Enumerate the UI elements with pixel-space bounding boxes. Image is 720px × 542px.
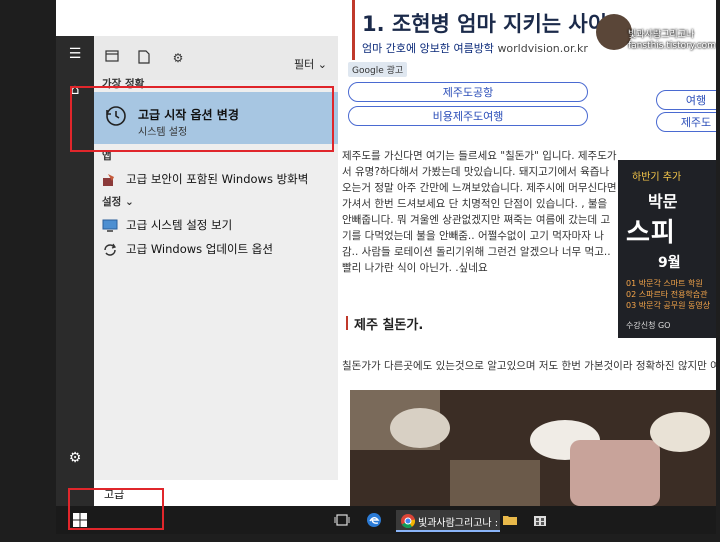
search-scope-bar: ⚙ 필터 ⌄ — [94, 36, 338, 80]
side-banner-ad[interactable]: 하반기 추가 박문 스피 9월 01 박문각 스마트 학원 02 스파르타 전용… — [618, 160, 716, 338]
google-ad-badge: Google 광고 — [348, 62, 408, 77]
section-accent — [346, 316, 348, 330]
title-accent — [352, 0, 355, 60]
filter-dropdown[interactable]: 필터 ⌄ — [294, 56, 327, 72]
documents-scope-icon[interactable] — [136, 50, 152, 66]
settings-gear-icon[interactable]: ⚙ — [67, 450, 83, 466]
monitor-icon — [102, 218, 118, 232]
task-view-icon[interactable] — [334, 512, 350, 528]
ad-pill-3[interactable]: 여행 — [656, 90, 716, 110]
photo-frame: 1. 조현병 엄마 지키는 사이 엄마 간호에 앙보한 여름방학 worldvi… — [0, 0, 720, 542]
hamburger-menu-icon[interactable]: ☰ — [67, 46, 83, 62]
store-icon[interactable] — [532, 512, 548, 528]
chevron-down-icon: ⌄ — [124, 196, 134, 208]
chevron-down-icon: ⌄ — [317, 58, 327, 71]
settings-scope-icon[interactable]: ⚙ — [170, 50, 186, 66]
sync-icon — [102, 242, 118, 256]
settings-header: 설정 ⌄ — [102, 196, 134, 208]
ad-pill-4[interactable]: 제주도 — [656, 112, 716, 132]
page-title: 1. 조현병 엄마 지키는 사이 — [362, 12, 607, 36]
settings-result-update[interactable]: 고급 Windows 업데이트 옵션 — [102, 240, 273, 258]
chrome-taskbar-button[interactable]: 빛과사람그리고나 : — [396, 510, 500, 532]
section-title: 제주 칠돈가. — [354, 318, 424, 333]
file-explorer-icon[interactable] — [502, 512, 518, 528]
ad-pill-2[interactable]: 비용제주도여행 — [348, 106, 588, 126]
blog-avatar — [596, 14, 632, 50]
post-body: 제주도를 가신다면 여기는 들르세요 "칠돈가" 입니다. 제주도가서 유명?하… — [342, 150, 617, 274]
edge-browser-icon[interactable] — [366, 512, 382, 528]
annotation-box-best-match — [70, 86, 334, 152]
blog-watermark: 빛과사람그리고나 fansthis.tistory.com — [628, 30, 716, 51]
food-photo — [350, 390, 716, 506]
ad-pill-1[interactable]: 제주도공항 — [348, 82, 588, 102]
screen: 1. 조현병 엄마 지키는 사이 엄마 간호에 앙보한 여름방학 worldvi… — [56, 0, 716, 534]
annotation-box-search — [68, 488, 164, 530]
settings-result-system[interactable]: 고급 시스템 설정 보기 — [102, 216, 232, 234]
post-body-2: 칠돈가가 다른곳에도 있는것으로 알고있으며 저도 한번 가본것이라 정확하진 … — [342, 360, 716, 372]
firewall-app-result[interactable]: 고급 보안이 포함된 Windows 방화벽 — [102, 170, 308, 188]
apps-scope-icon[interactable] — [104, 50, 120, 66]
firewall-icon — [102, 172, 118, 186]
ad-line[interactable]: 엄마 간호에 앙보한 여름방학 worldvision.or.kr — [362, 40, 588, 56]
chrome-icon — [400, 513, 416, 529]
